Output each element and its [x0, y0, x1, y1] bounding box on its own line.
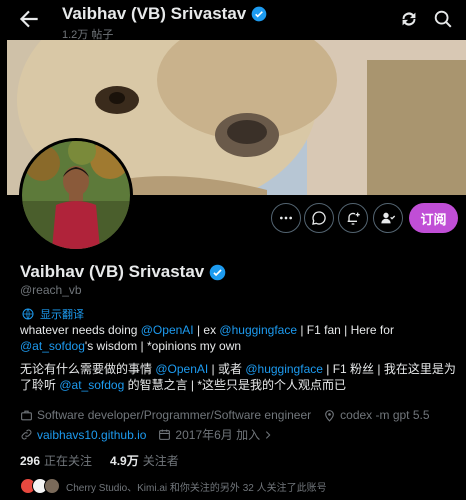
- message-bubble-icon: [312, 211, 326, 225]
- mention-link[interactable]: @at_sofdog: [20, 339, 85, 353]
- header-title: Vaibhav (VB) Srivastav: [62, 4, 247, 23]
- joined-item[interactable]: 2017年6月 加入: [158, 426, 277, 443]
- website-item[interactable]: vaibhavs10.github.io: [20, 428, 146, 442]
- followers-count: 4.9万: [110, 454, 139, 468]
- bio-text: | ex: [193, 323, 220, 337]
- mention-link[interactable]: @OpenAI: [141, 323, 194, 337]
- avatar: [22, 141, 130, 249]
- notifications-button[interactable]: [338, 203, 368, 233]
- bio-text: | F1 fan | Here for: [297, 323, 394, 337]
- bio-text: | 或者: [208, 362, 246, 376]
- refresh-icon[interactable]: [398, 8, 420, 30]
- back-arrow-icon[interactable]: [16, 6, 42, 32]
- location-pin-icon: [325, 409, 334, 422]
- calendar-icon: [159, 429, 171, 440]
- profile-name-row: Vaibhav (VB) Srivastav: [20, 262, 226, 282]
- chevron-right-icon: [266, 430, 271, 439]
- mention-link[interactable]: @huggingface: [219, 323, 297, 337]
- profile-handle: @reach_vb: [20, 283, 82, 297]
- bell-plus-icon: [347, 212, 360, 225]
- subscribe-button[interactable]: 订阅: [409, 203, 458, 233]
- bio-text: whatever needs doing: [20, 323, 141, 337]
- following-label: 正在关注: [44, 454, 93, 468]
- followers-label: 关注者: [142, 454, 179, 468]
- follow-button[interactable]: [373, 203, 403, 233]
- show-translation-link[interactable]: 显示翻译: [22, 306, 84, 322]
- verified-badge-icon: [251, 6, 267, 22]
- mention-link[interactable]: @at_sofdog: [59, 378, 124, 392]
- header-title-block: Vaibhav (VB) Srivastav 1.2万 帖子: [62, 4, 267, 42]
- followers-stat[interactable]: 4.9万 关注者: [110, 452, 179, 469]
- mutual-followers-text: Cherry Studio、Kimi.ai 和你关注的另外 32 人关注了此账号: [66, 482, 327, 494]
- bio-original: whatever needs doing @OpenAI | ex @huggi…: [20, 322, 460, 354]
- mutual-followers[interactable]: Cherry Studio、Kimi.ai 和你关注的另外 32 人关注了此账号: [20, 478, 327, 494]
- bio-text: 的智慧之言 | *这些只是我的个人观点而已: [124, 378, 347, 392]
- following-stat[interactable]: 296 正在关注: [20, 452, 92, 469]
- location-item: codex -m gpt 5.5: [323, 408, 430, 422]
- verified-badge-icon: [209, 264, 226, 280]
- person-check-icon: [381, 212, 396, 224]
- search-icon[interactable]: [432, 8, 454, 30]
- link-icon: [21, 429, 32, 440]
- avatar-photo: [22, 141, 130, 249]
- website-link[interactable]: vaibhavs10.github.io: [37, 428, 146, 442]
- more-dots-icon: [280, 216, 292, 220]
- mention-link[interactable]: @OpenAI: [155, 362, 208, 376]
- following-count: 296: [20, 454, 41, 468]
- occupation-text: Software developer/Programmer/Software e…: [37, 408, 312, 422]
- profile-name: Vaibhav (VB) Srivastav: [20, 262, 205, 281]
- avatar-frame[interactable]: [19, 138, 133, 252]
- translate-label: 显示翻译: [40, 309, 84, 321]
- occupation-item: Software developer/Programmer/Software e…: [20, 408, 311, 422]
- briefcase-icon: [21, 410, 32, 420]
- globe-icon: [22, 308, 34, 320]
- location-text: codex -m gpt 5.5: [340, 408, 430, 422]
- follow-stats: 296 正在关注 4.9万 关注者: [20, 452, 197, 469]
- profile-meta-row-1: Software developer/Programmer/Software e…: [20, 408, 442, 422]
- bio-text: 's wisdom | *opinions my own: [84, 339, 242, 353]
- bio-text: 无论有什么需要做的事情: [20, 362, 156, 376]
- mention-link[interactable]: @huggingface: [245, 362, 323, 376]
- mutual-avatar: [44, 478, 60, 494]
- top-bar: Vaibhav (VB) Srivastav 1.2万 帖子: [0, 0, 466, 42]
- message-button[interactable]: [304, 203, 334, 233]
- profile-meta-row-2: vaibhavs10.github.io 2017年6月 加入: [20, 426, 289, 443]
- joined-text: 2017年6月 加入: [175, 428, 261, 442]
- bio-translation: 无论有什么需要做的事情 @OpenAI | 或者 @huggingface | …: [20, 361, 460, 393]
- more-options-button[interactable]: [271, 203, 301, 233]
